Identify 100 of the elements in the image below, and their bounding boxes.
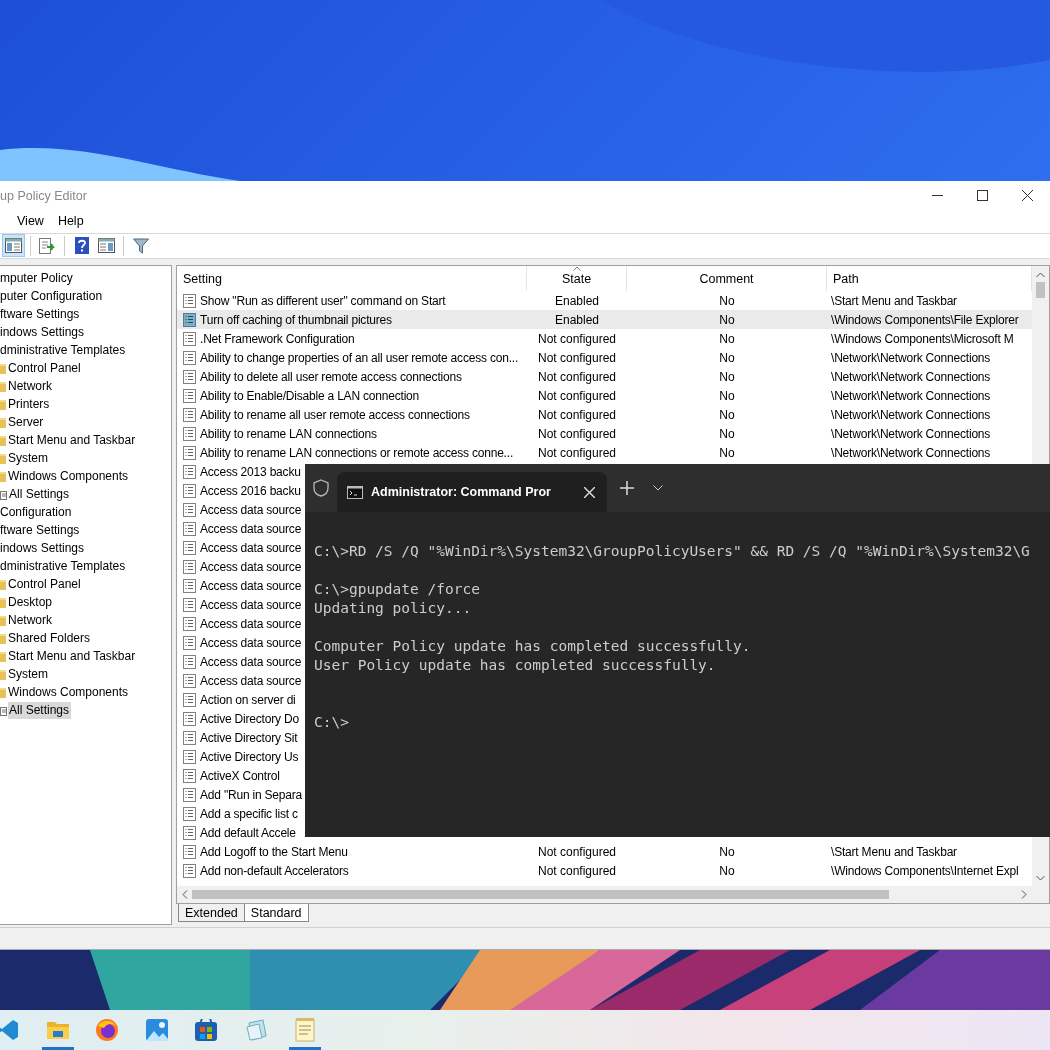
tree-item[interactable]: All Settings bbox=[8, 701, 72, 719]
table-cell: Active Directory Do bbox=[200, 711, 299, 726]
table-cell: Ability to Enable/Disable a LAN connection bbox=[200, 388, 420, 403]
view-tab[interactable]: Extended bbox=[178, 904, 245, 923]
terminal-line: C:\>RD /S /Q "%WinDir%\System32\GroupPolicyUsers" && RD /S /Q "%WinDir%\System32\G bbox=[314, 542, 1031, 561]
tree-item[interactable]: Network bbox=[7, 377, 54, 395]
policy-icon bbox=[183, 616, 196, 631]
tree-item[interactable]: Windows Components bbox=[7, 683, 131, 701]
tree-item[interactable]: dministrative Templates bbox=[0, 341, 128, 359]
table-cell-text: Not configured bbox=[536, 349, 617, 367]
tree-item[interactable]: puter Configuration bbox=[0, 287, 105, 305]
policy-icon bbox=[183, 464, 196, 479]
notes-icon bbox=[244, 1019, 267, 1041]
table-cell-text: Not configured bbox=[536, 368, 617, 386]
table-row[interactable]: Add non-default Accelerators Not configured No \Windows Components\Internet Expl bbox=[177, 861, 1032, 881]
tree-item[interactable]: All Settings bbox=[8, 485, 72, 503]
table-cell: Add non-default Accelerators bbox=[200, 863, 349, 878]
table-row[interactable]: Ability to rename LAN connections Not configured No \Network\Network Connections bbox=[177, 424, 1032, 444]
table-row[interactable]: Ability to rename all user remote access connections Not configured No \Network\Network Connections bbox=[177, 405, 1032, 425]
store-icon bbox=[195, 1019, 217, 1041]
highlighted-policy-icon bbox=[183, 312, 196, 327]
policy-icon bbox=[183, 521, 196, 536]
table-cell: Ability to rename LAN connections or remote access conne... bbox=[200, 445, 514, 460]
table-row[interactable]: Add Logoff to the Start Menu Not configured No \Start Menu and Taskbar bbox=[177, 842, 1032, 862]
terminal-line: User Policy update has completed successfully. bbox=[314, 656, 717, 675]
folder-icon bbox=[0, 469, 7, 483]
scroll-thumb[interactable] bbox=[1036, 282, 1045, 299]
terminal-tab[interactable]: Administrator: Command Pror bbox=[337, 472, 607, 512]
tree-item[interactable]: Printers bbox=[7, 395, 52, 413]
policy-icon bbox=[183, 749, 196, 764]
tree-item[interactable]: ftware Settings bbox=[0, 521, 82, 539]
tree-item[interactable]: mputer Policy bbox=[0, 269, 75, 287]
folder-icon bbox=[0, 451, 7, 465]
policy-icon bbox=[183, 293, 196, 308]
table-cell-text: Not configured bbox=[536, 843, 617, 861]
table-row[interactable]: Show "Run as different user" command on Start Enabled No \Start Menu and Taskbar bbox=[177, 291, 1032, 311]
policy-icon bbox=[183, 331, 196, 346]
folder-icon bbox=[0, 667, 7, 681]
tree-item[interactable]: Network bbox=[7, 611, 54, 629]
folder-icon bbox=[0, 577, 7, 591]
table-row[interactable]: Ability to rename LAN connections or remote access conne... Not configured No \Network\Network Connections bbox=[177, 443, 1032, 463]
table-cell: Add default Accele bbox=[200, 825, 296, 840]
table-cell: Ability to change properties of an all user remote access con... bbox=[200, 350, 519, 365]
table-cell-text: \Network\Network Connections bbox=[830, 368, 992, 386]
table-cell-text: Not configured bbox=[536, 387, 617, 405]
tree-item[interactable]: Server bbox=[7, 413, 46, 431]
tree-item[interactable]: Control Panel bbox=[7, 359, 83, 377]
folder-icon bbox=[0, 379, 7, 393]
panel-icon bbox=[5, 238, 22, 254]
table-cell-text: \Start Menu and Taskbar bbox=[830, 843, 958, 861]
tree-item[interactable]: System bbox=[7, 449, 50, 467]
terminal-line: Updating policy... bbox=[314, 599, 473, 618]
tree-item[interactable]: indows Settings bbox=[0, 323, 87, 341]
table-row[interactable]: Turn off caching of thumbnail pictures Enabled No \Windows Components\File Explorer bbox=[177, 310, 1032, 330]
policy-icon bbox=[183, 844, 196, 859]
tree-item[interactable]: Start Menu and Taskbar bbox=[7, 431, 138, 449]
table-row[interactable]: Ability to Enable/Disable a LAN connection Not configured No \Network\Network Connections bbox=[177, 386, 1032, 406]
table-row[interactable]: .Net Framework Configuration Not configured No \Windows Components\Microsoft M bbox=[177, 329, 1032, 349]
terminal-line: C:\>gpupdate /force bbox=[314, 580, 481, 599]
tree-item[interactable]: Control Panel bbox=[7, 575, 83, 593]
filter-icon bbox=[132, 238, 149, 254]
scroll-right-icon bbox=[1021, 890, 1027, 900]
tree-item[interactable]: System bbox=[7, 665, 50, 683]
toolbar-button[interactable] bbox=[2, 234, 25, 258]
table-cell-text: Not configured bbox=[536, 425, 617, 443]
policy-icon bbox=[183, 407, 196, 422]
policy-icon bbox=[183, 350, 196, 365]
tree-item[interactable]: Configuration bbox=[0, 503, 74, 521]
folder-icon bbox=[0, 361, 7, 375]
table-row[interactable]: Ability to change properties of an all user remote access con... Not configured No \Network\Network Connections bbox=[177, 348, 1032, 368]
tree-item[interactable]: Windows Components bbox=[7, 467, 131, 485]
help-icon bbox=[74, 237, 89, 255]
scroll-thumb[interactable] bbox=[192, 890, 889, 900]
tree-item[interactable]: Desktop bbox=[7, 593, 55, 611]
policy-icon bbox=[183, 578, 196, 593]
table-cell-text: \Network\Network Connections bbox=[830, 425, 992, 443]
horizontal-scrollbar[interactable] bbox=[177, 886, 1049, 904]
table-row[interactable]: Ability to delete all user remote access connections Not configured No \Network\Network Connections bbox=[177, 367, 1032, 387]
table-cell: Access 2016 backu bbox=[200, 483, 301, 498]
table-cell: Access data source bbox=[200, 578, 302, 593]
table-cell-text: Not configured bbox=[536, 444, 617, 462]
table-cell: Access data source bbox=[200, 597, 302, 612]
table-cell-text: No bbox=[718, 349, 736, 367]
menu-item[interactable]: Help bbox=[50, 212, 91, 231]
tree-item[interactable]: Start Menu and Taskbar bbox=[7, 647, 138, 665]
folder-icon bbox=[0, 415, 7, 429]
shield-icon bbox=[313, 479, 329, 497]
policy-icon bbox=[183, 597, 196, 612]
table-cell-text: No bbox=[718, 444, 736, 462]
menu-item[interactable]: View bbox=[10, 212, 51, 231]
close-icon bbox=[1022, 190, 1033, 201]
table-cell-text: No bbox=[718, 862, 736, 880]
terminal-line: Computer Policy update has completed successfully. bbox=[314, 637, 752, 656]
tree-item[interactable]: Shared Folders bbox=[7, 629, 93, 647]
tree-item[interactable]: ftware Settings bbox=[0, 305, 82, 323]
tree-item[interactable]: dministrative Templates bbox=[0, 557, 128, 575]
table-cell-text: Not configured bbox=[536, 862, 617, 880]
tree-item[interactable]: indows Settings bbox=[0, 539, 87, 557]
policy-icon bbox=[183, 388, 196, 403]
view-tab[interactable]: Standard bbox=[243, 904, 309, 923]
